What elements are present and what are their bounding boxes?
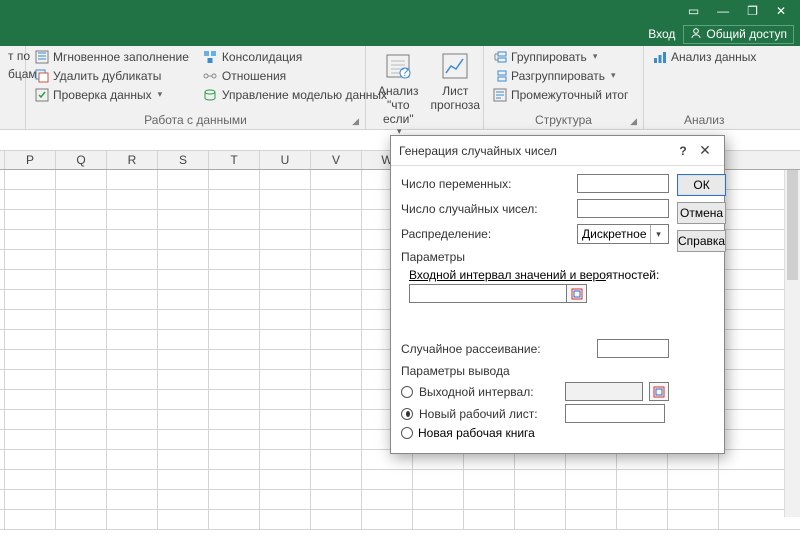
relationships-button[interactable]: Отношения	[201, 67, 389, 84]
input-range-input[interactable]	[409, 284, 567, 303]
window-title-bar: ▭ — ❐ ✕	[0, 0, 800, 22]
ribbon-options-icon[interactable]: ▭	[688, 4, 699, 18]
num-random-label: Число случайных чисел:	[401, 202, 571, 216]
output-range-label: Выходной интервал:	[419, 385, 559, 399]
remove-duplicates-icon	[34, 68, 49, 83]
output-range-input	[565, 382, 643, 401]
input-range-label: Входной интервал значений и вероятностей…	[409, 268, 669, 282]
cancel-button[interactable]: Отмена	[677, 202, 726, 224]
help-button[interactable]: Справка	[677, 230, 726, 252]
data-validation-button[interactable]: Проверка данных▾	[32, 86, 191, 103]
parameters-heading: Параметры	[401, 250, 669, 264]
manage-data-model-button[interactable]: Управление моделью данных	[201, 86, 389, 103]
output-range-picker-icon[interactable]	[649, 382, 669, 401]
close-window-icon[interactable]: ✕	[776, 4, 786, 18]
group-button[interactable]: Группировать▾	[490, 48, 630, 65]
ungroup-button[interactable]: Разгруппировать▾	[490, 67, 630, 84]
minimize-icon[interactable]: —	[717, 4, 729, 18]
remove-duplicates-button[interactable]: Удалить дубликаты	[32, 67, 191, 84]
col-header[interactable]: R	[107, 151, 158, 169]
ribbon: т по бцам Мгновенное заполнение Удалить …	[0, 46, 800, 130]
output-options-heading: Параметры вывода	[401, 364, 669, 378]
data-model-icon	[203, 87, 218, 102]
random-seed-label: Случайное рассеивание:	[401, 342, 591, 356]
flash-fill-button[interactable]: Мгновенное заполнение	[32, 48, 191, 65]
forecast-sheet-button[interactable]: Лист прогноза	[425, 48, 487, 114]
outline-group-label: Структура	[535, 113, 592, 127]
new-workbook-radio[interactable]	[401, 427, 413, 439]
svg-text:?: ?	[402, 65, 409, 79]
data-validation-icon	[34, 87, 49, 102]
ungroup-icon	[492, 68, 507, 83]
new-worksheet-label: Новый рабочий лист:	[419, 407, 559, 421]
flash-fill-icon	[34, 49, 49, 64]
forecast-icon	[439, 50, 471, 82]
num-random-input[interactable]	[577, 199, 669, 218]
new-worksheet-input[interactable]	[565, 404, 665, 423]
new-worksheet-radio[interactable]	[401, 408, 413, 420]
col-header[interactable]: V	[311, 151, 362, 169]
dialog-title-bar[interactable]: Генерация случайных чисел ? ✕	[391, 136, 724, 166]
dialog-close-icon[interactable]: ✕	[694, 142, 716, 159]
random-seed-input[interactable]	[597, 339, 669, 358]
consolidate-icon	[203, 49, 218, 64]
num-variables-label: Число переменных:	[401, 177, 571, 191]
col-header[interactable]: Q	[56, 151, 107, 169]
chevron-down-icon: ▾	[650, 225, 666, 243]
vertical-scrollbar[interactable]	[784, 170, 800, 517]
col-header[interactable]: P	[5, 151, 56, 169]
consolidate-button[interactable]: Консолидация	[201, 48, 389, 65]
analysis-group-label: Анализ	[684, 113, 725, 127]
outline-launcher-icon[interactable]: ◢	[630, 116, 637, 127]
subtotal-icon	[492, 87, 507, 102]
distribution-label: Распределение:	[401, 227, 571, 241]
sign-in-button[interactable]: Вход	[640, 25, 683, 43]
ok-button[interactable]: ОК	[677, 174, 726, 196]
group-icon	[492, 49, 507, 64]
data-analysis-button[interactable]: Анализ данных	[650, 48, 758, 65]
col-header[interactable]: U	[260, 151, 311, 169]
output-range-radio[interactable]	[401, 386, 413, 398]
data-tools-group-label: Работа с данными	[144, 113, 247, 127]
subtotal-button[interactable]: Промежуточный итог	[490, 86, 630, 103]
share-icon	[690, 27, 702, 42]
account-bar: Вход Общий доступ	[0, 22, 800, 46]
restore-icon[interactable]: ❐	[747, 4, 758, 18]
relationships-icon	[203, 68, 218, 83]
col-header[interactable]: S	[158, 151, 209, 169]
random-number-generation-dialog: Генерация случайных чисел ? ✕ Число пере…	[390, 135, 725, 454]
new-workbook-label: Новая рабочая книга	[418, 426, 535, 440]
dialog-help-icon[interactable]: ?	[672, 144, 694, 158]
share-button[interactable]: Общий доступ	[683, 25, 794, 44]
range-picker-icon[interactable]	[567, 284, 587, 303]
data-analysis-icon	[652, 49, 667, 64]
whatif-icon: ?	[382, 50, 414, 82]
dialog-title: Генерация случайных чисел	[399, 144, 672, 158]
distribution-select[interactable]: Дискретное ▾	[577, 224, 669, 244]
col-header[interactable]: T	[209, 151, 260, 169]
data-tools-launcher-icon[interactable]: ◢	[352, 116, 359, 127]
whatif-analysis-button[interactable]: ? Анализ "что если"▾	[372, 48, 425, 139]
num-variables-input[interactable]	[577, 174, 669, 193]
